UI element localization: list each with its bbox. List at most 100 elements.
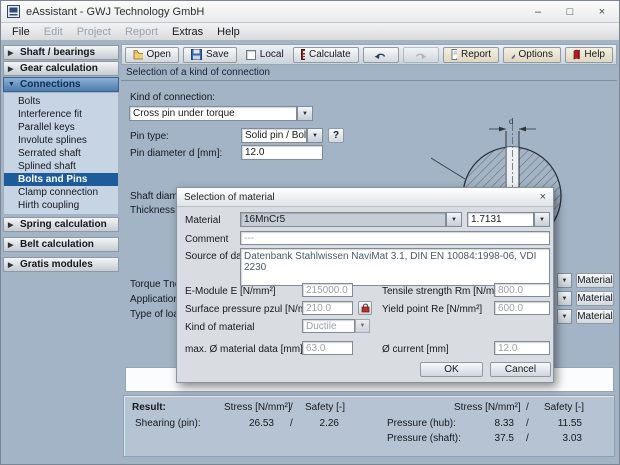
kind-of-connection-value: Cross pin under torque: [133, 108, 235, 119]
sidebar-section-label: Gratis modules: [20, 259, 93, 270]
sidebar-section-label: Connections: [20, 79, 81, 90]
dialog-close-icon[interactable]: ×: [540, 191, 546, 203]
comment-value: ---: [244, 233, 254, 244]
pin-diameter-input[interactable]: 12.0: [241, 145, 323, 160]
pressure-hub-label: Pressure (hub):: [387, 418, 456, 429]
sidebar-section-connections[interactable]: ▼ Connections: [3, 77, 119, 92]
material-number-dropdown-arrow[interactable]: ▼: [534, 212, 550, 227]
menu-help[interactable]: Help: [210, 26, 247, 38]
pin-type-help-button[interactable]: ?: [328, 128, 344, 143]
sidebar-item-bolts[interactable]: Bolts: [4, 95, 118, 108]
minimize-button[interactable]: –: [525, 3, 551, 21]
tensile-strength-input: 800.0: [494, 283, 550, 297]
current-diameter-input: 12.0: [494, 341, 550, 355]
slash: /: [290, 418, 293, 429]
open-button[interactable]: Open: [125, 47, 179, 63]
help-book-icon: [573, 49, 580, 60]
sidebar-section-label: Gear calculation: [20, 63, 98, 74]
current-diameter-value: 12.0: [498, 343, 517, 354]
undo-button[interactable]: [363, 47, 399, 63]
maximize-button[interactable]: □: [557, 3, 583, 21]
sidebar-item-bolts-and-pins[interactable]: Bolts and Pins: [4, 173, 118, 186]
sidebar-item-parallel-keys[interactable]: Parallel keys: [4, 121, 118, 134]
sidebar-item-involute-splines[interactable]: Involute splines: [4, 134, 118, 147]
sidebar-section-shaft-bearings[interactable]: ▶ Shaft / bearings: [3, 45, 119, 60]
sidebar-section-label: Spring calculation: [20, 219, 107, 230]
slash: /: [290, 402, 293, 413]
calculate-button[interactable]: Calculate: [293, 47, 359, 63]
pin-type-dropdown-arrow[interactable]: ▼: [307, 128, 323, 143]
comment-input[interactable]: ---: [240, 231, 550, 245]
emodule-value: 215000.0: [306, 285, 348, 296]
sidebar-item-serrated-shaft[interactable]: Serrated shaft: [4, 147, 118, 160]
lock-button[interactable]: [358, 301, 372, 315]
local-label: Local: [260, 49, 284, 60]
material-name-value: 16MnCr5: [244, 214, 285, 225]
slash: /: [526, 418, 529, 429]
material-number-value: 1.7131: [471, 214, 502, 225]
material-name-dropdown-arrow[interactable]: ▼: [446, 212, 462, 227]
surface-pressure-label: Surface pressure pzul [N/mm²]: [185, 304, 321, 315]
help-label: Help: [584, 49, 605, 60]
surface-pressure-input[interactable]: 210.0: [302, 301, 353, 315]
sidebar-item-interference-fit[interactable]: Interference fit: [4, 108, 118, 121]
kind-of-connection-select[interactable]: Cross pin under torque: [129, 106, 297, 121]
slash: /: [526, 402, 529, 413]
surface-pressure-value: 210.0: [306, 303, 331, 314]
shearing-pin-safety: 2.26: [304, 418, 339, 429]
chevron-right-icon: ▶: [8, 241, 16, 249]
kind-of-material-select: Ductile: [302, 319, 355, 333]
sidebar-section-spring-calculation[interactable]: ▶ Spring calculation: [3, 217, 119, 232]
menu-project: Project: [70, 26, 118, 38]
safety-column-header-left: Safety [-]: [305, 402, 345, 413]
yield-point-label: Yield point Re [N/mm²]: [382, 304, 482, 315]
save-button[interactable]: Save: [183, 47, 237, 63]
section-title-text: Selection of a kind of connection: [126, 67, 270, 78]
sidebar-item-splined-shaft[interactable]: Splined shaft: [4, 160, 118, 173]
pin-diameter-value: 12.0: [245, 147, 264, 158]
sidebar-item-hirth-coupling[interactable]: Hirth coupling: [4, 199, 118, 212]
sidebar-section-belt-calculation[interactable]: ▶ Belt calculation: [3, 237, 119, 252]
pressure-hub-stress: 8.33: [454, 418, 514, 429]
report-button[interactable]: Report: [443, 47, 499, 63]
safety-column-header-right: Safety [-]: [544, 402, 584, 413]
material-name-select[interactable]: 16MnCr5: [240, 212, 446, 227]
cancel-label: Cancel: [505, 364, 536, 375]
kind-of-connection-dropdown-arrow[interactable]: ▼: [297, 106, 313, 121]
toolbar: Open Save Local Calculate: [121, 44, 617, 65]
sidebar-section-label: Shaft / bearings: [20, 47, 95, 58]
local-checkbox[interactable]: Local: [241, 49, 289, 60]
cancel-button[interactable]: Cancel: [490, 362, 551, 377]
sidebar-section-gratis-modules[interactable]: ▶ Gratis modules: [3, 257, 119, 272]
pin-type-select[interactable]: Solid pin / Bolt: [241, 128, 307, 143]
title-bar: eAssistant - GWJ Technology GmbH – □ ×: [1, 1, 620, 23]
app-window: eAssistant - GWJ Technology GmbH – □ × F…: [0, 0, 620, 465]
save-icon: [191, 49, 202, 60]
slash: /: [526, 433, 529, 444]
material-label: Material: [185, 215, 221, 226]
menu-file[interactable]: File: [5, 26, 37, 38]
pressure-hub-safety: 11.55: [542, 418, 582, 429]
help-button[interactable]: Help: [565, 47, 613, 63]
pressure-shaft-stress: 37.5: [454, 433, 514, 444]
options-button[interactable]: Options: [503, 47, 561, 63]
menu-bar: File Edit Project Report Extras Help: [1, 23, 620, 41]
lock-icon: [361, 303, 370, 313]
chevron-right-icon: ▶: [8, 261, 16, 269]
ok-label: OK: [444, 364, 458, 375]
stress-column-header-right: Stress [N/mm²]: [454, 402, 515, 413]
sidebar-connections-list: Bolts Interference fit Parallel keys Inv…: [3, 93, 119, 214]
menu-edit: Edit: [37, 26, 70, 38]
sidebar-item-clamp-connection[interactable]: Clamp connection: [4, 186, 118, 199]
sidebar-section-gear-calculation[interactable]: ▶ Gear calculation: [3, 61, 119, 76]
sidebar-section-label: Belt calculation: [20, 239, 94, 250]
source-of-data-textarea[interactable]: Datenbank Stahlwissen NaviMat 3.1, DIN E…: [240, 248, 550, 286]
menu-report: Report: [118, 26, 165, 38]
chevron-down-icon: ▼: [8, 81, 16, 88]
shearing-pin-stress: 26.53: [214, 418, 274, 429]
menu-extras[interactable]: Extras: [165, 26, 210, 38]
ok-button[interactable]: OK: [420, 362, 483, 377]
pressure-shaft-label: Pressure (shaft):: [387, 433, 461, 444]
material-number-select[interactable]: 1.7131: [467, 212, 534, 227]
close-button[interactable]: ×: [589, 3, 615, 21]
